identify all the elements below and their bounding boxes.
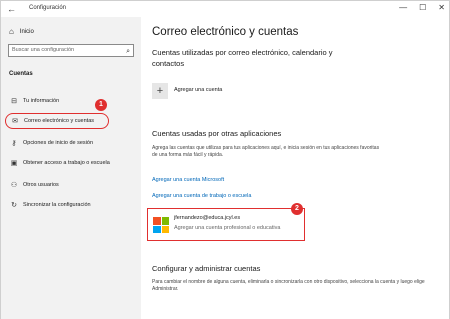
section-title: Cuentas xyxy=(9,71,33,77)
sidebar-item-label: Sincronizar la configuración xyxy=(23,202,91,208)
add-microsoft-account-link[interactable]: Agregar una cuenta Microsoft xyxy=(152,177,224,183)
manage-description: Para cambiar el nombre de alguna cuenta,… xyxy=(152,279,425,292)
email-section-heading: Cuentas utilizadas por correo electrónic… xyxy=(152,48,333,68)
account-email: jfernandezo@educa.jcyl.es xyxy=(174,215,241,221)
sync-icon: ↻ xyxy=(11,202,17,209)
sidebar: ⌂ Inicio Buscar una configuración ⌕ Cuen… xyxy=(1,17,141,319)
window-title: Configuración xyxy=(29,5,67,11)
window-controls: — ☐ ✕ xyxy=(399,3,445,12)
sidebar-item-correo[interactable]: ✉ Correo electrónico y cuentas xyxy=(5,113,109,129)
sidebar-item-trabajo-escuela[interactable]: ▣ Obtener acceso a trabajo o escuela xyxy=(1,155,141,171)
user-card-icon: ⊟ xyxy=(11,98,17,105)
title-bar: ← Configuración — ☐ ✕ xyxy=(1,1,449,17)
add-account-button[interactable]: Agregar una cuenta xyxy=(174,87,222,93)
back-arrow-icon[interactable]: ← xyxy=(7,4,16,14)
home-icon: ⌂ xyxy=(9,27,14,36)
sidebar-item-label: Tu información xyxy=(23,98,60,104)
sidebar-item-sincronizar[interactable]: ↻ Sincronizar la configuración xyxy=(1,197,141,213)
manage-heading: Configurar y administrar cuentas xyxy=(152,264,261,273)
search-icon[interactable]: ⌕ xyxy=(126,46,130,57)
microsoft-logo-icon xyxy=(153,217,169,233)
other-apps-heading: Cuentas usadas por otras aplicaciones xyxy=(152,129,282,138)
mail-icon: ✉ xyxy=(12,118,18,125)
add-work-account-link[interactable]: Agregar una cuenta de trabajo o escuela xyxy=(152,193,251,199)
sidebar-item-label: Opciones de inicio de sesión xyxy=(23,140,94,146)
sidebar-item-label: Obtener acceso a trabajo o escuela xyxy=(23,160,110,166)
key-icon: ⚷ xyxy=(11,140,17,147)
main-content: Correo electrónico y cuentas Cuentas uti… xyxy=(141,17,449,319)
minimize-icon[interactable]: — xyxy=(399,3,407,12)
home-label: Inicio xyxy=(19,28,34,35)
home-link[interactable]: ⌂ Inicio xyxy=(9,27,34,36)
sidebar-item-label: Otros usuarios xyxy=(23,182,59,188)
step-badge-1: 1 xyxy=(95,99,107,111)
sidebar-item-otros-usuarios[interactable]: ⚇ Otros usuarios xyxy=(1,177,141,193)
account-item[interactable]: jfernandezo@educa.jcyl.es Agregar una cu… xyxy=(147,208,305,241)
person-add-icon: ⚇ xyxy=(10,182,18,189)
settings-window: ← Configuración — ☐ ✕ ⌂ Inicio Buscar un… xyxy=(0,0,450,319)
other-apps-description: Agrega las cuentas que utilizas para tus… xyxy=(152,145,380,158)
search-input[interactable]: Buscar una configuración ⌕ xyxy=(8,44,134,57)
page-title: Correo electrónico y cuentas xyxy=(152,26,299,38)
briefcase-icon: ▣ xyxy=(10,160,18,167)
account-description: Agregar una cuenta profesional o educati… xyxy=(174,225,281,231)
sidebar-item-label: Correo electrónico y cuentas xyxy=(24,118,95,124)
sidebar-item-tu-informacion[interactable]: ⊟ Tu información xyxy=(1,93,141,109)
step-badge-2: 2 xyxy=(291,203,303,215)
maximize-icon[interactable]: ☐ xyxy=(419,3,426,12)
close-icon[interactable]: ✕ xyxy=(438,3,445,12)
search-placeholder: Buscar una configuración xyxy=(12,47,75,53)
sidebar-item-inicio-sesion[interactable]: ⚷ Opciones de inicio de sesión xyxy=(1,135,141,151)
add-account-plus-icon[interactable]: + xyxy=(152,83,168,99)
